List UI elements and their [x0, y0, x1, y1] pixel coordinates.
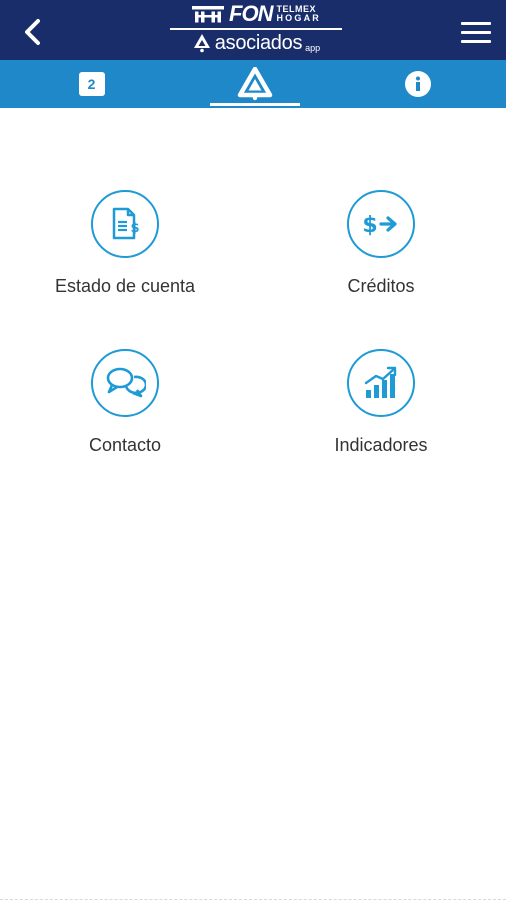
notification-count: 2	[87, 76, 96, 92]
credits-icon: $	[347, 190, 415, 258]
logo-app-text: app	[305, 42, 321, 53]
asociados-logo-icon	[193, 34, 210, 53]
menu-label: Indicadores	[334, 435, 428, 455]
chevron-left-icon	[25, 19, 40, 45]
svg-text:$: $	[130, 221, 139, 236]
account-statement-icon: $	[91, 190, 159, 258]
logo-asociados-text: asociados	[214, 32, 303, 54]
menu-label: Estado de cuenta	[54, 276, 196, 296]
tab-notifications[interactable]: 2	[0, 60, 183, 108]
tab-home[interactable]	[210, 60, 300, 108]
estado-de-cuenta-button[interactable]: $ Estado de cuenta	[15, 190, 235, 297]
hamburger-line	[461, 21, 491, 25]
logo-subtext: TELMEX HOGAR	[276, 5, 321, 23]
asociados-tab-icon	[237, 67, 273, 101]
bar-chart-icon	[347, 349, 415, 417]
notification-badge-icon: 2	[78, 72, 105, 96]
menu-label: Contacto	[88, 435, 162, 455]
back-button[interactable]	[12, 12, 52, 52]
hamburger-line	[461, 30, 491, 34]
app-header: FON TELMEX HOGAR asociados app	[0, 0, 506, 60]
telmex-logo-icon	[192, 6, 225, 23]
fon-telmex-asociados-logo: FON TELMEX HOGAR asociados app	[166, 2, 346, 58]
tab-info[interactable]	[330, 60, 506, 108]
hamburger-menu-button[interactable]	[458, 14, 494, 50]
info-icon	[405, 71, 431, 97]
menu-label: Créditos	[347, 276, 415, 296]
tab-bar: 2	[0, 60, 506, 108]
active-tab-indicator	[210, 103, 300, 106]
svg-text:$: $	[362, 213, 377, 238]
indicadores-button[interactable]: Indicadores	[271, 349, 491, 456]
logo-fon-text: FON	[229, 1, 273, 26]
contacto-button[interactable]: Contacto	[15, 349, 235, 456]
chat-bubbles-icon	[91, 349, 159, 417]
logo-hogar-text: HOGAR	[276, 13, 321, 23]
hamburger-line	[461, 39, 491, 43]
creditos-button[interactable]: $ Créditos	[271, 190, 491, 297]
